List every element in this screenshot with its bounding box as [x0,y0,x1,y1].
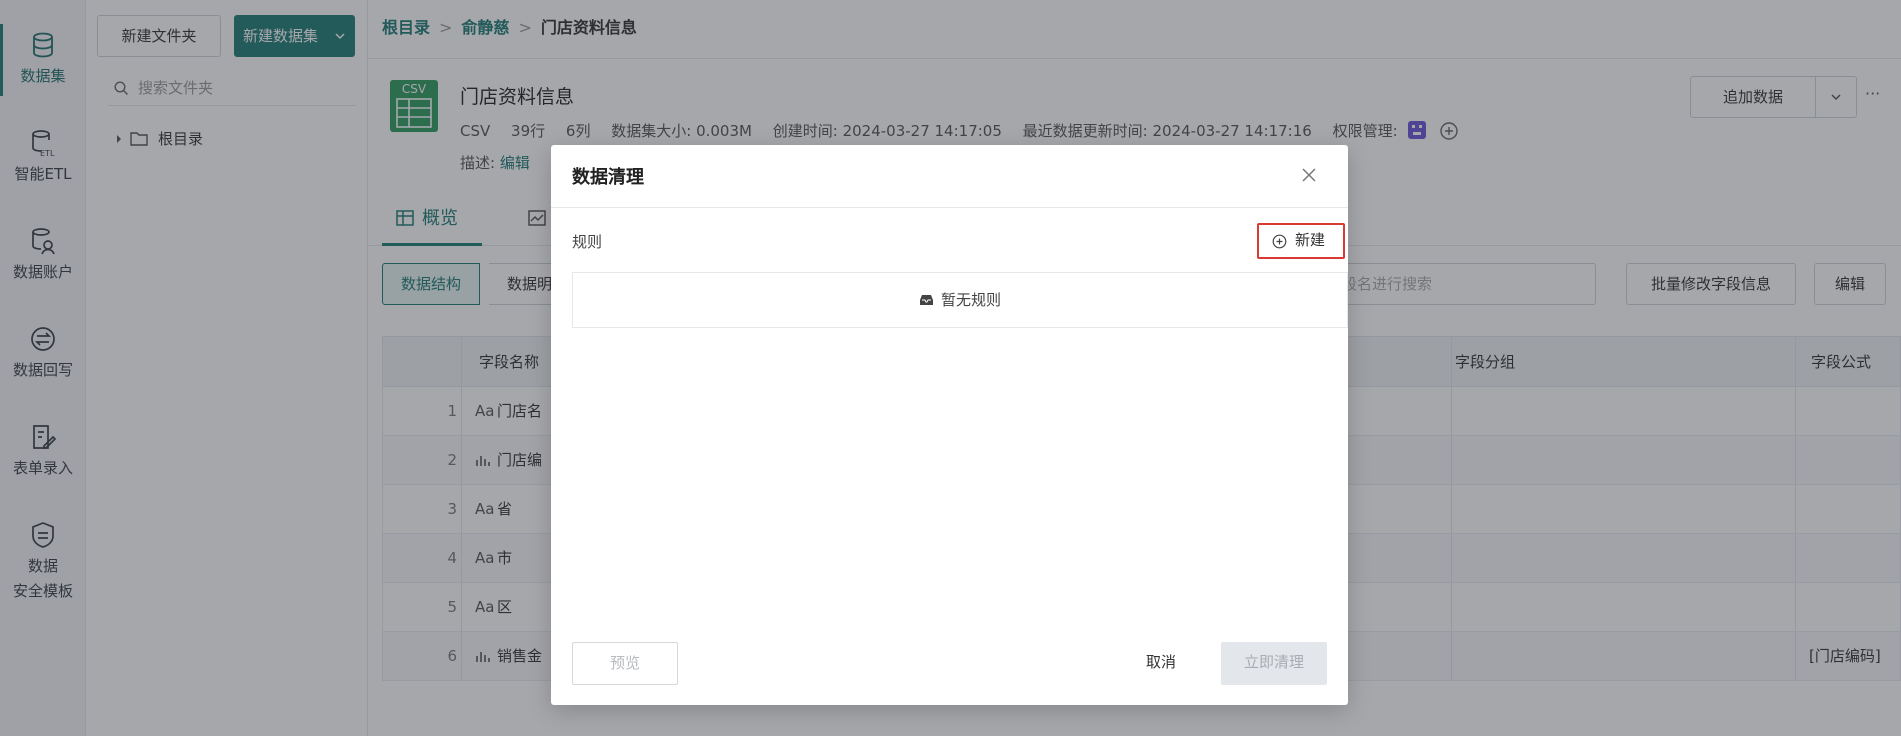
divider [551,207,1348,208]
cancel-button[interactable]: 取消 [1115,642,1207,685]
dialog-title: 数据清理 [572,167,644,188]
inbox-icon [919,295,933,305]
clean-now-button[interactable]: 立即清理 [1221,642,1327,685]
new-rule-button[interactable]: 新建 [1257,223,1345,259]
plus-circle-icon [1272,234,1287,249]
preview-button[interactable]: 预览 [572,642,678,685]
rules-label: 规则 [572,233,603,251]
data-cleaning-dialog: 数据清理 规则 新建 暂无规则 预览 取消 立即清理 [551,145,1348,705]
empty-rules-text: 暂无规则 [940,291,1001,309]
new-rule-label: 新建 [1295,231,1326,249]
empty-rules-placeholder: 暂无规则 [572,272,1348,328]
close-icon[interactable] [1300,166,1318,184]
